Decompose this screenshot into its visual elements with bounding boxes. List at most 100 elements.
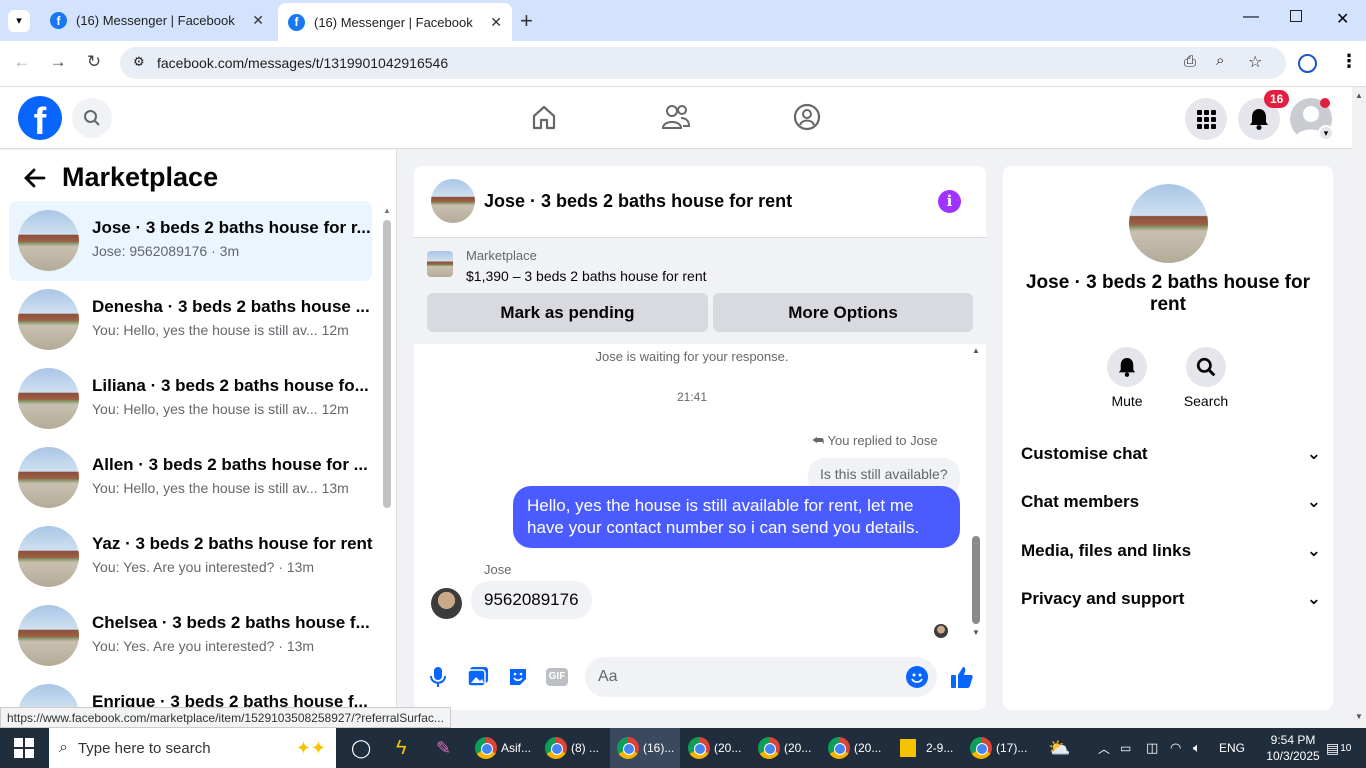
site-info-icon[interactable]: ⚙ [133, 54, 145, 70]
mute-label: Mute [1111, 393, 1143, 409]
address-bar[interactable]: ⚙ facebook.com/messages/t/13199010429165… [120, 47, 1286, 79]
browser-tab-active[interactable]: f (16) Messenger | Facebook ✕ [278, 3, 512, 41]
chevron-down-icon: ⌄ [1306, 589, 1321, 608]
weather-icon[interactable]: ⛅ [1048, 728, 1070, 768]
close-tab-icon[interactable]: ✕ [490, 14, 502, 31]
wifi-icon[interactable]: ◠ [1170, 728, 1181, 768]
minimize-window-icon[interactable]: — [1243, 8, 1259, 26]
facebook-header: f 16 ▾ [0, 87, 1352, 149]
search-chat-icon[interactable] [1186, 347, 1226, 387]
taskbar-app[interactable]: (8) ... [545, 728, 599, 768]
photo-icon[interactable] [467, 666, 489, 693]
search-label: Search [1183, 393, 1229, 409]
profile-icon[interactable] [1298, 54, 1317, 73]
conversation-item[interactable]: Enrique · 3 beds 2 baths house f... [9, 675, 372, 710]
info-icon[interactable]: i [938, 190, 961, 213]
privacy-support-section[interactable]: Privacy and support ⌄ [1021, 589, 1321, 609]
taskbar-app[interactable]: 2-9... [900, 728, 953, 768]
media-files-section[interactable]: Media, files and links ⌄ [1021, 541, 1321, 561]
conversation-item[interactable]: Chelsea · 3 beds 2 baths house f... You:… [9, 596, 372, 676]
forward-icon[interactable]: → [46, 52, 70, 72]
close-tab-icon[interactable]: ✕ [252, 12, 264, 29]
taskbar-app[interactable]: (20... [828, 728, 881, 768]
taskbar-app[interactable]: Asif... [475, 728, 531, 768]
task-view-icon[interactable]: ◯ [351, 728, 371, 768]
listing-price[interactable]: $1,390 – 3 beds 2 baths house for rent [466, 268, 707, 284]
reload-icon[interactable]: ↻ [82, 52, 106, 72]
back-arrow-icon[interactable] [22, 165, 48, 196]
listing-thumbnail [18, 526, 79, 587]
chat-avatar[interactable] [431, 179, 475, 223]
battery-icon[interactable]: ▭ [1120, 728, 1131, 768]
sent-message-bubble[interactable]: Hello, yes the house is still available … [513, 486, 960, 548]
home-icon[interactable] [530, 103, 558, 136]
listing-thumbnail [18, 210, 79, 271]
paint-app-icon[interactable]: ✎ [436, 728, 451, 768]
chat-scrollbar[interactable]: ▲ ▼ [970, 346, 982, 638]
listing-thumbnail [18, 368, 79, 429]
taskbar-app[interactable]: (17)... [970, 728, 1027, 768]
close-window-icon[interactable]: ✕ [1336, 9, 1349, 29]
new-tab-button[interactable]: + [520, 8, 533, 34]
start-button[interactable] [14, 728, 34, 768]
listing-thumbnail [18, 447, 79, 508]
message-input[interactable]: Aa [585, 657, 937, 697]
groups-icon[interactable] [793, 103, 821, 136]
url-text: facebook.com/messages/t/1319901042916546 [157, 55, 449, 71]
listing-thumbnail [18, 605, 79, 666]
gif-icon[interactable]: GIF [546, 668, 568, 686]
taskbar-app[interactable]: (20... [688, 728, 741, 768]
emoji-icon[interactable] [906, 666, 928, 688]
language-indicator[interactable]: ENG [1219, 728, 1245, 768]
contact-avatar[interactable] [1129, 184, 1208, 263]
chat-header: Jose · 3 beds 2 baths house for rent i [414, 166, 986, 238]
microphone-icon[interactable] [430, 666, 446, 693]
reply-arrow-icon: ⮪ [812, 433, 825, 448]
volume-icon[interactable]: 🔈︎ [1193, 728, 1201, 768]
tray-overflow-icon[interactable]: ︿ [1098, 728, 1110, 768]
conversation-item[interactable]: Denesha · 3 beds 2 baths house ... You: … [9, 280, 372, 360]
like-thumb-icon[interactable] [950, 665, 974, 694]
conversation-list-scrollbar[interactable]: ▲ [382, 206, 392, 710]
back-icon[interactable]: ← [10, 52, 34, 72]
zoom-icon[interactable]: ⌕ [1216, 52, 1224, 69]
conversation-item[interactable]: Allen · 3 beds 2 baths house for ... You… [9, 438, 372, 518]
account-chevron-icon[interactable]: ▾ [1318, 125, 1334, 141]
winamp-app-icon[interactable]: ϟ [396, 728, 407, 768]
facebook-favicon-icon: f [50, 12, 67, 29]
taskbar-app[interactable]: (20... [758, 728, 811, 768]
menu-grid-icon[interactable] [1185, 98, 1227, 140]
conversation-item[interactable]: Liliana · 3 beds 2 baths house fo... You… [9, 359, 372, 439]
facebook-logo[interactable]: f [18, 96, 62, 140]
received-message-bubble[interactable]: 9562089176 [471, 581, 592, 619]
browser-tab[interactable]: f (16) Messenger | Facebook ✕ [40, 0, 274, 41]
clock[interactable]: 9:54 PM 10/3/2025 [1263, 732, 1323, 764]
install-app-icon[interactable]: ⎙ [1184, 53, 1196, 70]
restore-window-icon[interactable] [1290, 10, 1302, 22]
mark-pending-button[interactable]: Mark as pending [427, 293, 708, 332]
conversation-item[interactable]: Jose · 3 beds 2 baths house for r... Jos… [9, 201, 372, 281]
sticker-icon[interactable] [507, 666, 529, 693]
conversation-item[interactable]: Yaz · 3 beds 2 baths house for rent You:… [9, 517, 373, 597]
link-status-bar: https://www.facebook.com/marketplace/ite… [0, 707, 451, 728]
mute-bell-icon[interactable] [1107, 347, 1147, 387]
more-options-button[interactable]: More Options [713, 293, 973, 332]
page-scrollbar[interactable]: ▲ ▼ [1352, 87, 1366, 728]
sender-avatar[interactable] [431, 588, 462, 619]
sender-name: Jose [484, 562, 512, 577]
search-icon[interactable] [72, 98, 112, 138]
chat-title[interactable]: Jose · 3 beds 2 baths house for rent [484, 191, 792, 212]
chat-members-section[interactable]: Chat members ⌄ [1021, 492, 1321, 512]
tab-search-button[interactable]: ▾ [8, 10, 30, 32]
bookmark-star-icon[interactable]: ☆ [1248, 52, 1262, 72]
listing-thumbnail[interactable] [427, 251, 453, 277]
conversation-title: Yaz · 3 beds 2 baths house for rent [92, 534, 373, 553]
friends-icon[interactable] [661, 103, 691, 136]
taskbar-app-active[interactable]: (16)... [610, 728, 680, 768]
conversation-preview: You: Hello, yes the house is still av...… [92, 401, 349, 417]
taskbar-search-box[interactable]: ⌕ Type here to search ✦✦ [49, 728, 336, 768]
meet-icon[interactable]: ◫ [1146, 728, 1158, 768]
notification-center-icon[interactable]: ▤ 10 [1326, 728, 1351, 768]
customise-chat-section[interactable]: Customise chat ⌄ [1021, 444, 1321, 464]
menu-kebab-icon[interactable]: ⋮ [1340, 51, 1358, 72]
